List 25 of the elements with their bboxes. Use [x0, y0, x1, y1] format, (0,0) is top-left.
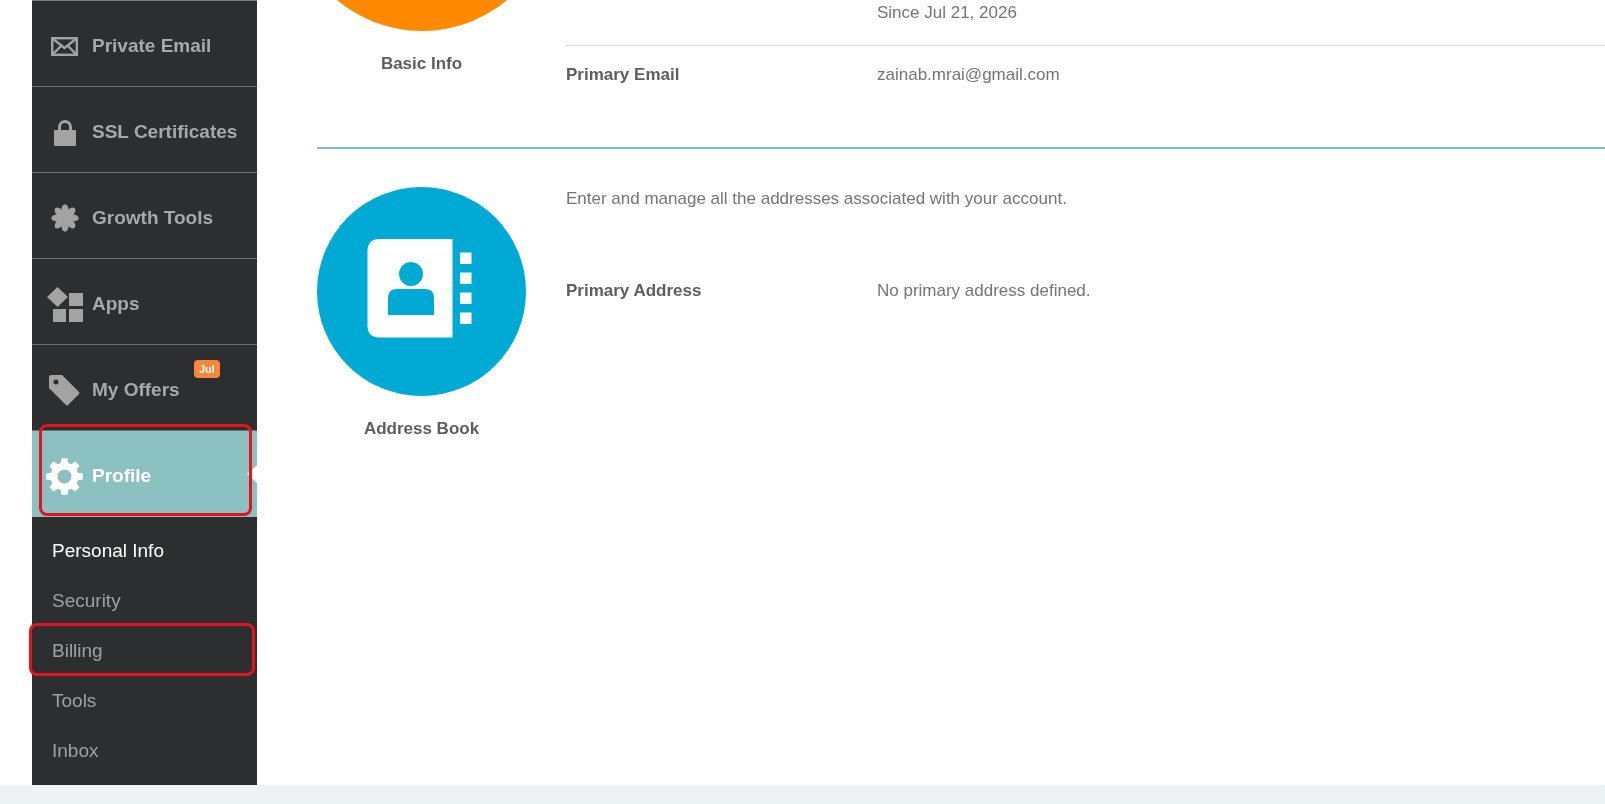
sidebar-nav-item[interactable]: Private Email [32, 1, 257, 87]
tag-icon [49, 374, 80, 406]
field-label: Primary Email [566, 64, 680, 86]
flower-icon [50, 204, 79, 232]
caret-icon [247, 464, 257, 483]
sidebar-nav-item[interactable]: Apps [32, 259, 257, 345]
field-value: No primary address defined. [877, 280, 1091, 302]
submenu-item[interactable]: Tools [52, 689, 97, 713]
sidebar-nav-item[interactable]: SSL Certificates [32, 87, 257, 173]
gear-icon [46, 457, 83, 495]
field-label: Primary Address [566, 280, 702, 302]
section-title: Address Book [363, 418, 480, 440]
apps-grid-icon [46, 286, 83, 322]
field-value: zainab.mrai@gmail.com [877, 64, 1060, 86]
new-badge: Jul [194, 360, 220, 378]
section-description: Enter and manage all the addresses associated with your account. [566, 188, 1067, 210]
envelope-icon [51, 36, 78, 56]
field-value: Since Jul 21, 2026 [877, 2, 1017, 24]
sidebar-nav-item[interactable]: Growth Tools [32, 173, 257, 259]
submenu-item[interactable]: Personal Info [52, 539, 164, 563]
submenu-item[interactable]: Inbox [52, 739, 99, 763]
padlock-icon [53, 118, 76, 146]
submenu-item[interactable]: Security [52, 589, 121, 613]
section-title: Basic Info [380, 53, 463, 75]
submenu-item[interactable]: Billing [52, 639, 103, 663]
